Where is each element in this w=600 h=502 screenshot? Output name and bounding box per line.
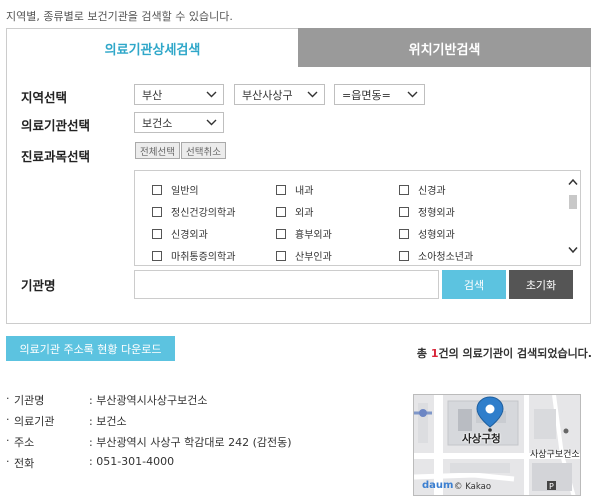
department-item[interactable]: 정신건강의학과 xyxy=(152,204,235,219)
department-item[interactable]: 신경과 xyxy=(399,182,446,197)
department-name: 외과 xyxy=(295,208,314,219)
department-scrollbar[interactable] xyxy=(566,171,580,265)
scroll-down-icon[interactable] xyxy=(568,246,578,254)
map-place-label: 사상구청 xyxy=(462,433,501,445)
svg-text:P: P xyxy=(549,482,554,491)
checkbox[interactable] xyxy=(399,206,409,217)
scroll-up-icon[interactable] xyxy=(568,178,578,186)
department-item[interactable]: 외과 xyxy=(276,204,313,219)
region-city-value: 부산 xyxy=(142,88,163,102)
detail-row: · 전화: 051-301-4000 xyxy=(6,455,175,470)
detail-value: : 보건소 xyxy=(89,415,127,428)
department-name: 신경외과 xyxy=(171,230,208,241)
region-label: 지역선택 xyxy=(21,90,68,105)
tab-location-search[interactable]: 위치기반검색 xyxy=(298,28,591,68)
department-name: 소아청소년과 xyxy=(418,252,474,263)
search-button[interactable]: 검색 xyxy=(442,270,506,299)
map-copyright: © Kakao xyxy=(454,482,492,492)
department-name: 산부인과 xyxy=(295,252,332,263)
department-name: 일반의 xyxy=(171,186,199,197)
map-brand-logo: daum xyxy=(422,480,454,491)
detail-value: : 051-301-4000 xyxy=(89,455,175,468)
detail-key: 의료기관 xyxy=(14,415,55,428)
detail-row: · 주소: 부산광역시 사상구 학감대로 242 (감전동) xyxy=(6,434,292,449)
search-tabs: 의료기관상세검색 위치기반검색 xyxy=(6,28,591,68)
region-city-select[interactable]: 부산 xyxy=(134,84,224,105)
deselect-all-button[interactable]: 선택취소 xyxy=(181,142,226,159)
department-name: 정신건강의학과 xyxy=(171,208,236,219)
department-item[interactable]: 정형외과 xyxy=(399,204,455,219)
result-count-suffix: 건의 의료기관이 검색되었습니다. xyxy=(438,347,592,360)
department-name: 신경과 xyxy=(418,186,446,197)
detail-value: : 부산광역시사상구보건소 xyxy=(89,394,208,407)
department-name: 마취통증의학과 xyxy=(171,252,236,263)
checkbox[interactable] xyxy=(276,228,286,239)
department-item[interactable]: 일반의 xyxy=(152,182,199,197)
location-map[interactable]: P 사상구청 사상구보건소 daum © Kakao xyxy=(413,394,581,496)
department-item[interactable]: 신경외과 xyxy=(152,226,208,241)
department-name: 내과 xyxy=(295,186,314,197)
department-name: 흉부외과 xyxy=(295,230,332,241)
facility-select[interactable]: 보건소 xyxy=(134,112,224,133)
select-all-button[interactable]: 전체선택 xyxy=(135,142,180,159)
scroll-thumb[interactable] xyxy=(569,195,577,209)
checkbox[interactable] xyxy=(152,206,162,217)
department-item[interactable]: 소아청소년과 xyxy=(399,248,473,263)
chevron-down-icon xyxy=(307,91,318,98)
detail-key: 주소 xyxy=(14,436,35,449)
checkbox[interactable] xyxy=(276,206,286,217)
checkbox[interactable] xyxy=(399,184,409,195)
detail-value: : 부산광역시 사상구 학감대로 242 (감전동) xyxy=(89,436,292,449)
department-item[interactable]: 내과 xyxy=(276,182,313,197)
checkbox[interactable] xyxy=(399,228,409,239)
checkbox[interactable] xyxy=(276,184,286,195)
department-item[interactable]: 산부인과 xyxy=(276,248,332,263)
department-list: 일반의 내과 신경과 정신건강의학과 외과 정형외과 신경외과 흉부외과 성형외… xyxy=(134,170,581,266)
intro-text: 지역별, 종류별로 보건기관을 검색할 수 있습니다. xyxy=(6,10,233,23)
map-poi-label: 사상구보건소 xyxy=(530,450,580,460)
region-town-select[interactable]: =읍면동= xyxy=(334,84,425,105)
reset-button[interactable]: 초기화 xyxy=(509,270,573,299)
detail-row: · 의료기관: 보건소 xyxy=(6,413,127,428)
checkbox[interactable] xyxy=(152,250,162,261)
result-count: 총 1건의 의료기관이 검색되었습니다. xyxy=(417,345,592,361)
department-item[interactable]: 마취통증의학과 xyxy=(152,248,235,263)
department-item[interactable]: 흉부외과 xyxy=(276,226,332,241)
detail-key: 기관명 xyxy=(14,394,45,407)
chevron-down-icon xyxy=(407,91,418,98)
region-town-value: =읍면동= xyxy=(342,88,391,102)
detail-row: · 기관명: 부산광역시사상구보건소 xyxy=(6,392,208,407)
checkbox[interactable] xyxy=(276,250,286,261)
department-item[interactable]: 성형외과 xyxy=(399,226,455,241)
department-name: 성형외과 xyxy=(418,230,455,241)
tab-detail-search[interactable]: 의료기관상세검색 xyxy=(6,28,298,68)
chevron-down-icon xyxy=(206,119,217,126)
checkbox[interactable] xyxy=(399,250,409,261)
detail-key: 전화 xyxy=(14,457,35,470)
result-count-prefix: 총 xyxy=(416,347,431,360)
region-district-select[interactable]: 부산사상구 xyxy=(234,84,325,105)
department-name: 정형외과 xyxy=(418,208,455,219)
download-address-list-button[interactable]: 의료기관 주소록 현황 다운로드 xyxy=(6,336,175,361)
institution-name-label: 기관명 xyxy=(21,278,56,293)
institution-name-input[interactable] xyxy=(134,270,439,299)
facility-label: 의료기관선택 xyxy=(21,118,91,133)
facility-value: 보건소 xyxy=(142,116,173,130)
region-district-value: 부산사상구 xyxy=(242,88,293,102)
department-label: 진료과목선택 xyxy=(21,149,91,164)
chevron-down-icon xyxy=(206,91,217,98)
checkbox[interactable] xyxy=(152,184,162,195)
search-panel: 지역선택 부산 부산사상구 =읍면동= 의료기관선택 보건소 진료과목선택 전체… xyxy=(6,67,591,324)
checkbox[interactable] xyxy=(152,228,162,239)
